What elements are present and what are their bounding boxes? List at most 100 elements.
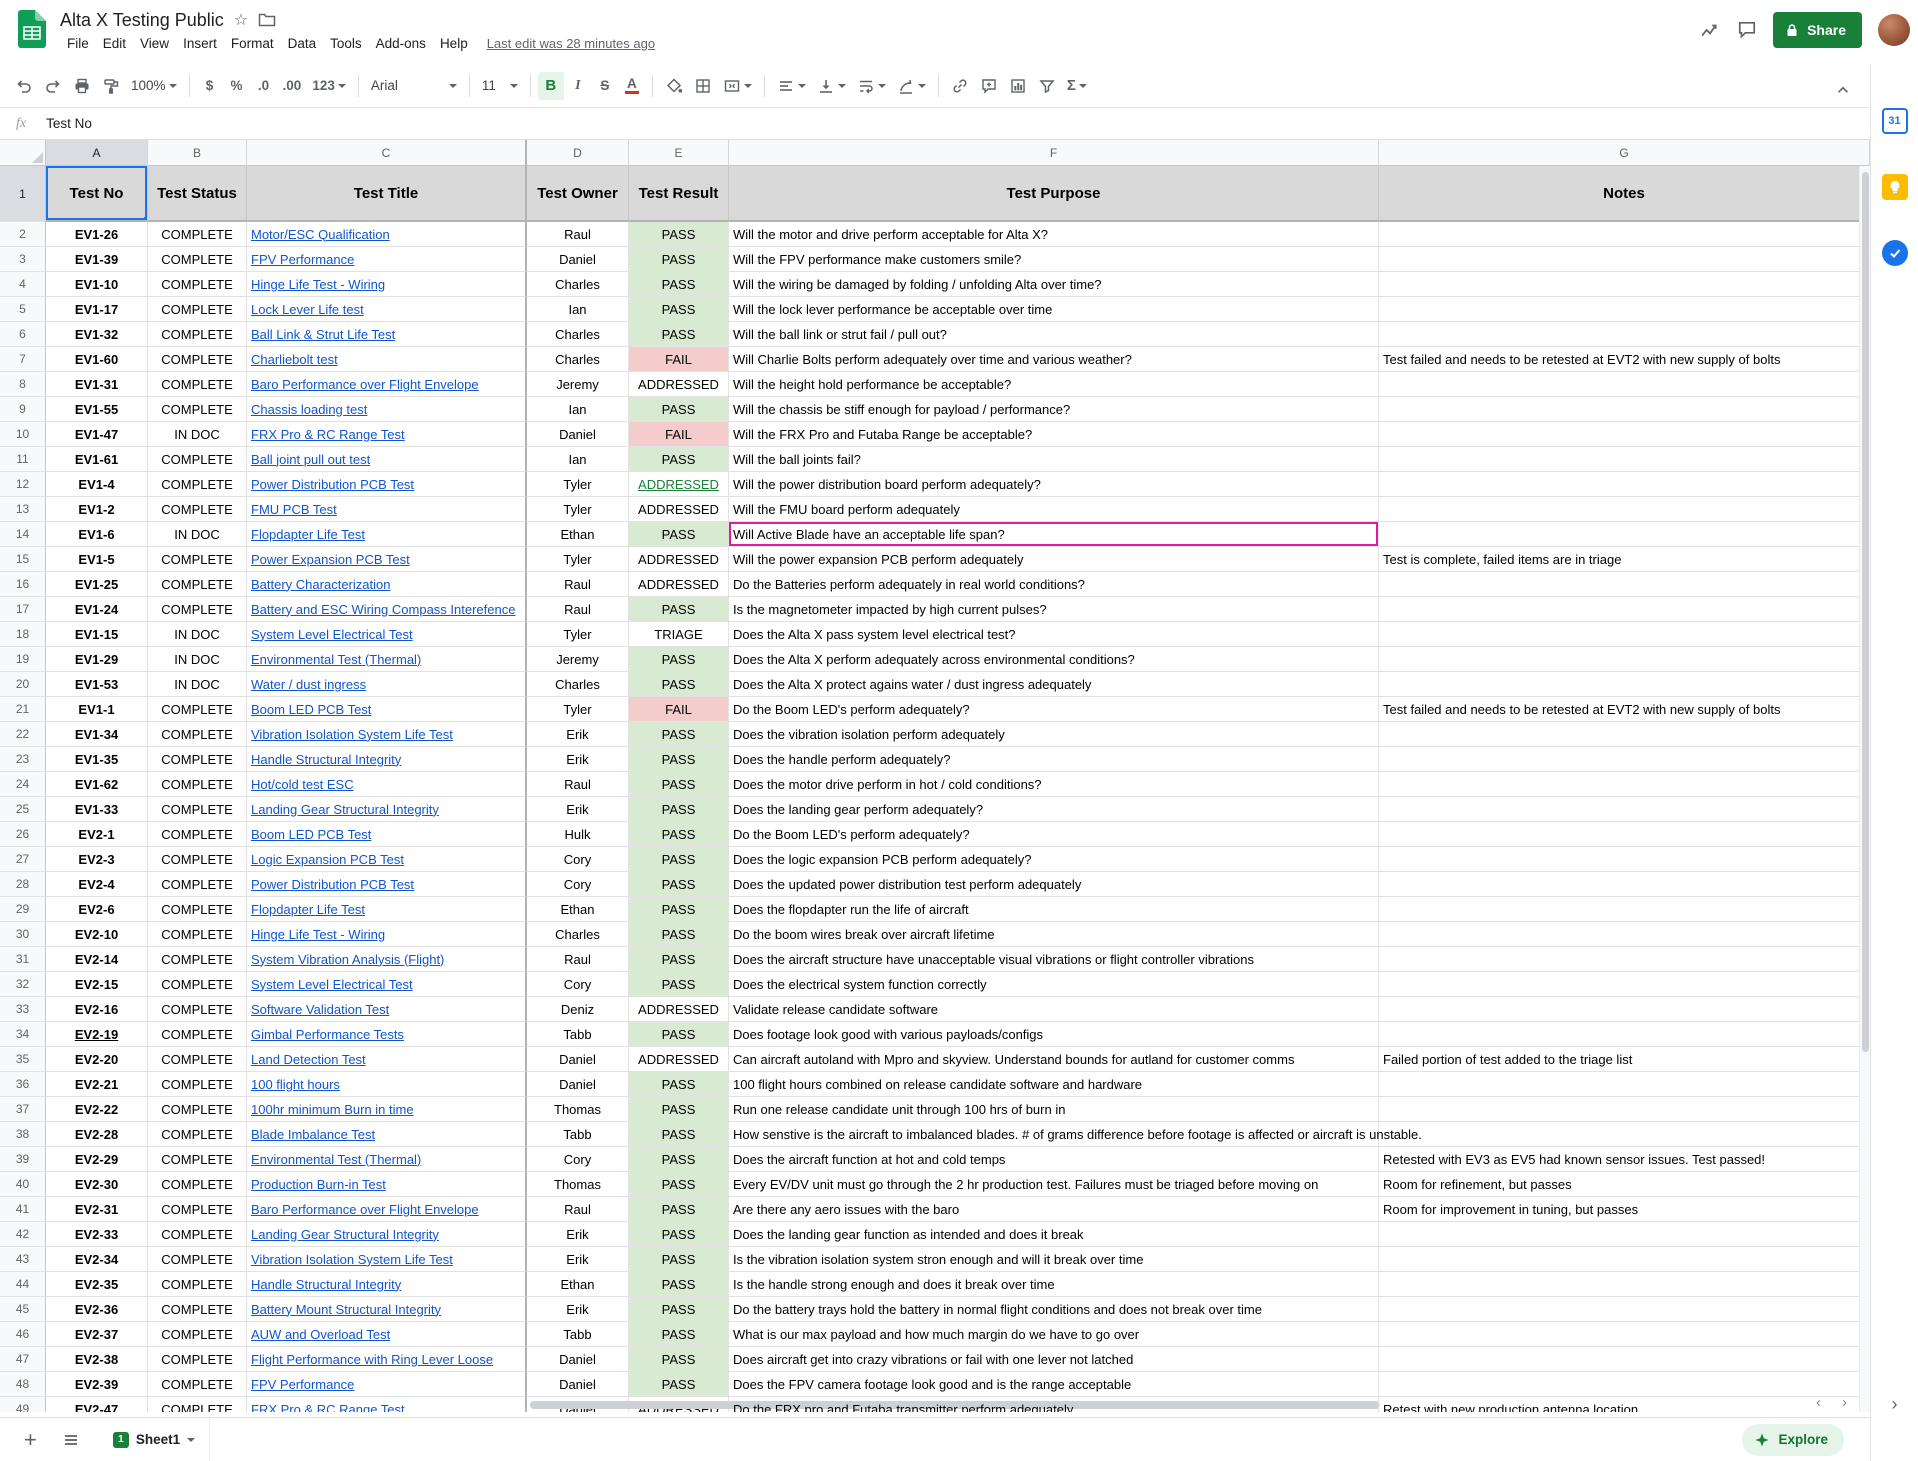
cell-G10[interactable]	[1379, 422, 1870, 447]
menu-format[interactable]: Format	[224, 34, 281, 53]
cell-F7[interactable]: Will Charlie Bolts perform adequately ov…	[729, 347, 1379, 372]
cell-B23[interactable]: COMPLETE	[148, 747, 247, 772]
row-header-12[interactable]: 12	[0, 472, 46, 497]
vertical-align-icon[interactable]	[812, 72, 851, 100]
document-title[interactable]: Alta X Testing Public	[60, 10, 224, 31]
menu-file[interactable]: File	[60, 34, 96, 53]
cell-C37[interactable]: 100hr minimum Burn in time	[247, 1097, 527, 1122]
cell-G32[interactable]	[1379, 972, 1870, 997]
cell-A35[interactable]: EV2-20	[46, 1047, 148, 1072]
cell-A12[interactable]: EV1-4	[46, 472, 148, 497]
text-wrap-icon[interactable]	[852, 72, 891, 100]
horizontal-align-icon[interactable]	[772, 72, 811, 100]
font-select[interactable]: Arial	[366, 72, 462, 100]
vertical-scrollbar-track[interactable]	[1859, 166, 1870, 1412]
cell-F37[interactable]: Run one release candidate unit through 1…	[729, 1097, 1379, 1122]
row-header-26[interactable]: 26	[0, 822, 46, 847]
cell-E23[interactable]: PASS	[629, 747, 729, 772]
cell-D20[interactable]: Charles	[527, 672, 629, 697]
expand-side-panel-icon[interactable]: ›	[1892, 1394, 1898, 1415]
cell-B26[interactable]: COMPLETE	[148, 822, 247, 847]
text-color-icon[interactable]: A	[619, 72, 645, 100]
cell-G16[interactable]	[1379, 572, 1870, 597]
cell-C42[interactable]: Landing Gear Structural Integrity	[247, 1222, 527, 1247]
cell-D26[interactable]: Hulk	[527, 822, 629, 847]
cell-D32[interactable]: Cory	[527, 972, 629, 997]
cell-G14[interactable]	[1379, 522, 1870, 547]
keep-icon[interactable]	[1882, 174, 1908, 200]
cell-E21[interactable]: FAIL	[629, 697, 729, 722]
cell-C18[interactable]: System Level Electrical Test	[247, 622, 527, 647]
cell-D28[interactable]: Cory	[527, 872, 629, 897]
cell-E24[interactable]: PASS	[629, 772, 729, 797]
cell-D2[interactable]: Raul	[527, 222, 629, 247]
cell-B41[interactable]: COMPLETE	[148, 1197, 247, 1222]
cell-E6[interactable]: PASS	[629, 322, 729, 347]
row-header-38[interactable]: 38	[0, 1122, 46, 1147]
cell-G25[interactable]	[1379, 797, 1870, 822]
cell-G13[interactable]	[1379, 497, 1870, 522]
cell-A33[interactable]: EV2-16	[46, 997, 148, 1022]
cell-C24[interactable]: Hot/cold test ESC	[247, 772, 527, 797]
cell-A44[interactable]: EV2-35	[46, 1272, 148, 1297]
cell-C13[interactable]: FMU PCB Test	[247, 497, 527, 522]
cell-A27[interactable]: EV2-3	[46, 847, 148, 872]
cell-D10[interactable]: Daniel	[527, 422, 629, 447]
cell-D17[interactable]: Raul	[527, 597, 629, 622]
row-header-31[interactable]: 31	[0, 947, 46, 972]
sheet-tab-menu-icon[interactable]	[187, 1438, 195, 1442]
cell-B36[interactable]: COMPLETE	[148, 1072, 247, 1097]
cell-D48[interactable]: Daniel	[527, 1372, 629, 1397]
row-header-44[interactable]: 44	[0, 1272, 46, 1297]
row-header-32[interactable]: 32	[0, 972, 46, 997]
cell-B5[interactable]: COMPLETE	[148, 297, 247, 322]
cell-F40[interactable]: Every EV/DV unit must go through the 2 h…	[729, 1172, 1379, 1197]
row-header-16[interactable]: 16	[0, 572, 46, 597]
cell-F34[interactable]: Does footage look good with various payl…	[729, 1022, 1379, 1047]
cell-C3[interactable]: FPV Performance	[247, 247, 527, 272]
cell-B20[interactable]: IN DOC	[148, 672, 247, 697]
cell-C32[interactable]: System Level Electrical Test	[247, 972, 527, 997]
cell-C41[interactable]: Baro Performance over Flight Envelope	[247, 1197, 527, 1222]
cell-C47[interactable]: Flight Performance with Ring Lever Loose	[247, 1347, 527, 1372]
cell-D12[interactable]: Tyler	[527, 472, 629, 497]
cell-G17[interactable]	[1379, 597, 1870, 622]
last-edit-link[interactable]: Last edit was 28 minutes ago	[487, 36, 655, 51]
cell-C40[interactable]: Production Burn-in Test	[247, 1172, 527, 1197]
header-cell-A1[interactable]: Test No	[46, 166, 148, 222]
cell-A23[interactable]: EV1-35	[46, 747, 148, 772]
cell-F29[interactable]: Does the flopdapter run the life of airc…	[729, 897, 1379, 922]
cell-G34[interactable]	[1379, 1022, 1870, 1047]
bold-icon[interactable]: B	[538, 72, 564, 100]
cell-B12[interactable]: COMPLETE	[148, 472, 247, 497]
row-header-18[interactable]: 18	[0, 622, 46, 647]
share-button[interactable]: Share	[1773, 12, 1862, 48]
insert-chart-icon[interactable]	[1004, 72, 1032, 100]
cell-D19[interactable]: Jeremy	[527, 647, 629, 672]
cell-B48[interactable]: COMPLETE	[148, 1372, 247, 1397]
cell-C28[interactable]: Power Distribution PCB Test	[247, 872, 527, 897]
cell-D5[interactable]: Ian	[527, 297, 629, 322]
cell-C9[interactable]: Chassis loading test	[247, 397, 527, 422]
cell-B37[interactable]: COMPLETE	[148, 1097, 247, 1122]
cell-E35[interactable]: ADDRESSED	[629, 1047, 729, 1072]
cell-G48[interactable]	[1379, 1372, 1870, 1397]
cell-B4[interactable]: COMPLETE	[148, 272, 247, 297]
merge-cells-icon[interactable]	[718, 72, 757, 100]
cell-D9[interactable]: Ian	[527, 397, 629, 422]
cell-G9[interactable]	[1379, 397, 1870, 422]
cell-G22[interactable]	[1379, 722, 1870, 747]
cell-A48[interactable]: EV2-39	[46, 1372, 148, 1397]
cell-B9[interactable]: COMPLETE	[148, 397, 247, 422]
cell-B10[interactable]: IN DOC	[148, 422, 247, 447]
row-header-30[interactable]: 30	[0, 922, 46, 947]
cell-E48[interactable]: PASS	[629, 1372, 729, 1397]
cell-A28[interactable]: EV2-4	[46, 872, 148, 897]
menu-data[interactable]: Data	[281, 34, 324, 53]
row-header-7[interactable]: 7	[0, 347, 46, 372]
cell-C48[interactable]: FPV Performance	[247, 1372, 527, 1397]
strikethrough-icon[interactable]: S	[592, 72, 618, 100]
row-header-39[interactable]: 39	[0, 1147, 46, 1172]
cell-F13[interactable]: Will the FMU board perform adequately	[729, 497, 1379, 522]
cell-G7[interactable]: Test failed and needs to be retested at …	[1379, 347, 1870, 372]
